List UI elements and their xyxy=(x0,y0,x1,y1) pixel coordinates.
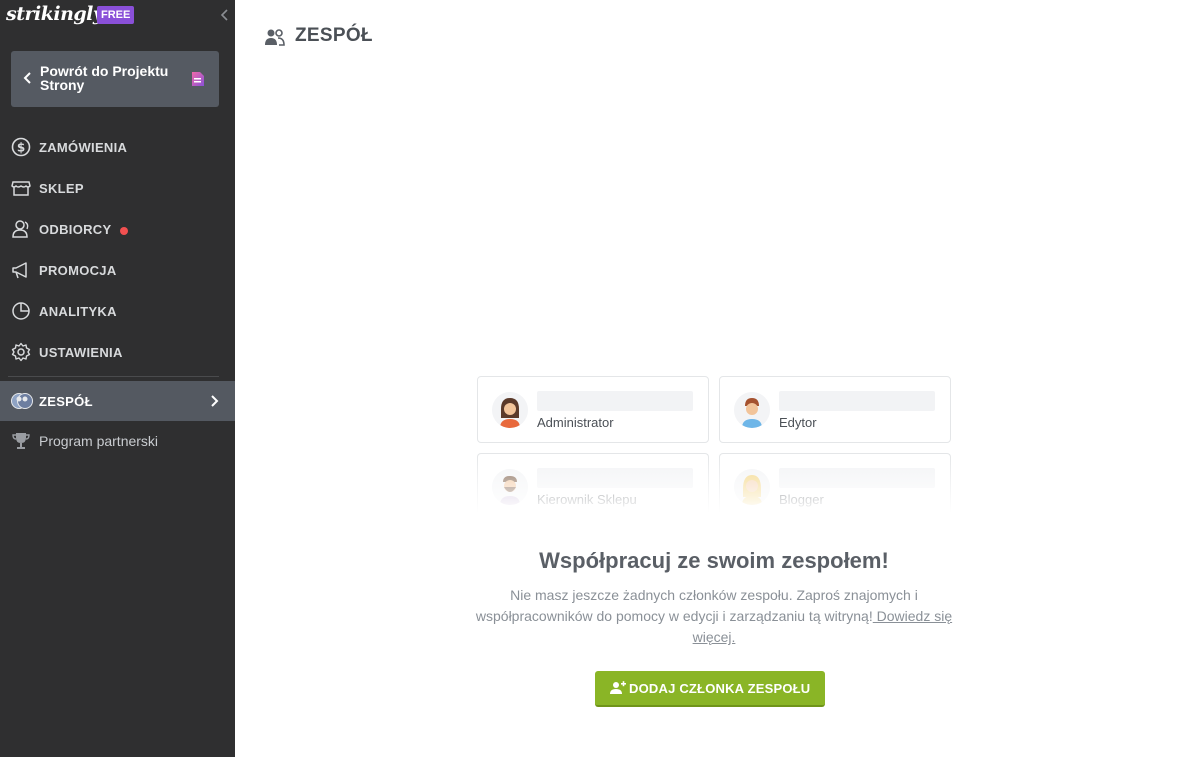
sidebar-item-promotion[interactable]: PROMOCJA xyxy=(0,250,235,290)
man-avatar-icon xyxy=(734,392,770,428)
sidebar: strikingly FREE Powrót do Projektu Stron… xyxy=(0,0,235,757)
sidebar-item-store[interactable]: SKLEP xyxy=(0,168,235,208)
sidebar-item-partner-program[interactable]: Program partnerski xyxy=(0,421,235,461)
sidebar-item-label: ODBIORCY xyxy=(39,222,112,237)
back-button-label: Powrót do Projektu Strony xyxy=(40,63,169,93)
add-user-icon xyxy=(610,681,626,695)
brand-row: strikingly FREE xyxy=(0,0,235,32)
trophy-icon xyxy=(11,431,31,451)
description-text: Nie masz jeszcze żadnych członków zespoł… xyxy=(475,587,918,624)
plan-badge: FREE xyxy=(97,6,135,24)
role-card-blogger: Blogger xyxy=(719,453,951,513)
sidebar-item-team[interactable]: ZESPÓŁ xyxy=(0,381,235,421)
sidebar-item-label: Program partnerski xyxy=(39,433,159,449)
site-page-icon xyxy=(191,71,205,87)
sidebar-item-label: SKLEP xyxy=(39,181,84,196)
svg-text:$: $ xyxy=(17,141,25,155)
contacts-icon xyxy=(11,219,31,239)
sidebar-divider xyxy=(8,376,219,377)
role-card-store-manager: Kierownik Sklepu xyxy=(477,453,709,513)
role-label: Administrator xyxy=(537,415,614,430)
role-label: Edytor xyxy=(779,415,817,430)
sidebar-item-label: PROMOCJA xyxy=(39,263,117,278)
sidebar-item-label: USTAWIENIA xyxy=(39,345,123,360)
team-icon xyxy=(11,391,33,411)
placeholder-bar xyxy=(537,468,693,488)
role-card-administrator: Administrator xyxy=(477,376,709,443)
sidebar-item-label: ZESPÓŁ xyxy=(39,394,93,409)
page-title: ZESPÓŁ xyxy=(295,25,373,46)
placeholder-bar xyxy=(779,391,935,411)
dollar-circle-icon: $ xyxy=(11,137,31,157)
sidebar-item-label: ANALITYKA xyxy=(39,304,117,319)
team-icon xyxy=(264,27,286,47)
role-label: Blogger xyxy=(779,492,824,507)
sidebar-item-settings[interactable]: USTAWIENIA xyxy=(0,332,235,372)
gear-icon xyxy=(11,342,31,362)
sidebar-item-analytics[interactable]: ANALITYKA xyxy=(0,291,235,331)
chevron-right-icon xyxy=(208,394,220,408)
add-team-member-label: DODAJ CZŁONKA ZESPOŁU xyxy=(629,681,811,696)
role-label: Kierownik Sklepu xyxy=(537,492,637,507)
sidebar-item-label: ZAMÓWIENIA xyxy=(39,140,128,155)
empty-state-headline: Współpracuj ze swoim zespołem! xyxy=(539,548,889,573)
megaphone-icon xyxy=(11,260,31,280)
blonde-woman-avatar-icon xyxy=(734,469,770,505)
back-to-site-editor-button[interactable]: Powrót do Projektu Strony xyxy=(11,51,219,107)
strikingly-logo[interactable]: strikingly xyxy=(6,3,104,25)
placeholder-bar xyxy=(779,468,935,488)
store-icon xyxy=(11,178,31,198)
role-card-editor: Edytor xyxy=(719,376,951,443)
bearded-man-avatar-icon xyxy=(492,469,528,505)
placeholder-bar xyxy=(537,391,693,411)
pie-chart-icon xyxy=(11,301,31,321)
woman-avatar-icon xyxy=(492,392,528,428)
chevron-left-icon xyxy=(22,71,34,85)
sidebar-item-contacts[interactable]: ODBIORCY xyxy=(0,209,235,249)
sidebar-item-orders[interactable]: $ ZAMÓWIENIA xyxy=(0,127,235,167)
empty-state-description: Nie masz jeszcze żadnych członków zespoł… xyxy=(458,585,970,648)
add-team-member-button[interactable]: DODAJ CZŁONKA ZESPOŁU xyxy=(595,671,825,707)
collapse-sidebar-icon[interactable] xyxy=(218,7,232,23)
notification-dot xyxy=(120,227,128,235)
